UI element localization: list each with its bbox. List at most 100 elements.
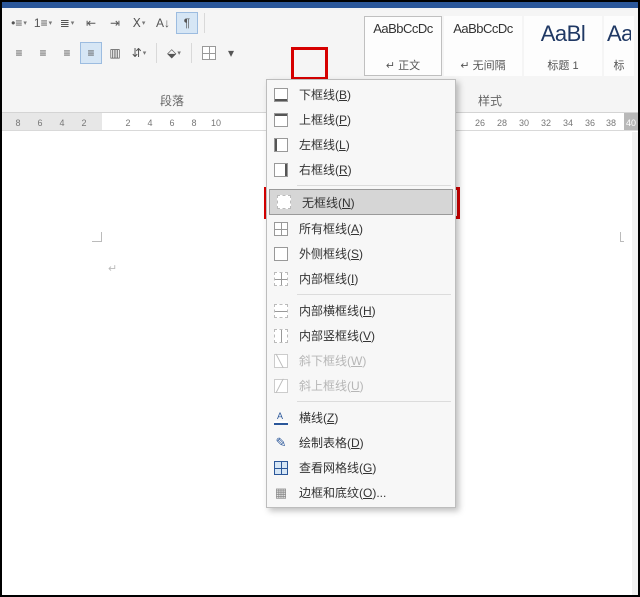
ruler-number: 38: [606, 118, 616, 128]
menu-separator: [297, 401, 451, 402]
none-icon: [276, 194, 292, 210]
menu-item-label: 内部竖框线(V): [299, 327, 375, 344]
ruler-number: 30: [519, 118, 529, 128]
ruler-number: 8: [15, 118, 20, 128]
menu-item-label: 查看网格线(G): [299, 459, 376, 476]
paragraph-mark: ↵: [108, 262, 117, 275]
left-icon: [273, 137, 289, 153]
ruler-number: 32: [541, 118, 551, 128]
menu-item-inside[interactable]: 内部框线(I): [267, 266, 455, 291]
styles-gallery: AaBbCcDc ↵ 正文 AaBbCcDc ↵ 无间隔 AaBl 标题 1 A…: [364, 16, 638, 76]
menu-item-left[interactable]: 左框线(L): [267, 132, 455, 157]
vertical-scrollbar[interactable]: [632, 132, 638, 595]
ruler-number: 10: [211, 118, 221, 128]
menu-item-bottom[interactable]: 下框线(B): [267, 82, 455, 107]
distribute-button[interactable]: ▥: [104, 42, 126, 64]
menu-item-pencil[interactable]: 绘制表格(D): [267, 430, 455, 455]
ruler-number: 26: [475, 118, 485, 128]
ruler-number: 4: [59, 118, 64, 128]
pencil-icon: [273, 435, 289, 451]
menu-item-inh[interactable]: 内部横框线(H): [267, 298, 455, 323]
align-left-button[interactable]: ≡: [8, 42, 30, 64]
style-name: 标题 1: [527, 57, 599, 73]
borders-dropdown-menu: 下框线(B) 上框线(P) 左框线(L) 右框线(R) 无框线(N) 所有框线(A) 外侧…: [266, 79, 456, 508]
decrease-indent-button[interactable]: ⇤: [80, 12, 102, 34]
style-heading-1[interactable]: AaBl 标题 1: [524, 16, 602, 76]
show-marks-button[interactable]: ¶: [176, 12, 198, 34]
ruler-number: 4: [147, 118, 152, 128]
separator: [191, 43, 192, 63]
menu-separator: [297, 185, 451, 186]
top-icon: [273, 112, 289, 128]
inv-icon: [273, 328, 289, 344]
menu-item-diagd: 斜下框线(W): [267, 348, 455, 373]
asian-layout-button[interactable]: Ⅹ: [128, 12, 150, 34]
menu-item-label: 内部框线(I): [299, 270, 358, 287]
ruler-right-margin: 40: [624, 113, 638, 130]
ruler-number: 6: [37, 118, 42, 128]
menu-item-label: 右框线(R): [299, 161, 352, 178]
menu-item-diagu: 斜上框线(U): [267, 373, 455, 398]
menu-item-label: 内部横框线(H): [299, 302, 376, 319]
bullets-button[interactable]: •≡: [8, 12, 30, 34]
all-icon: [273, 221, 289, 237]
menu-item-label: 所有框线(A): [299, 220, 363, 237]
shading-button[interactable]: ⬙: [163, 42, 185, 64]
inside-icon: [273, 271, 289, 287]
style-preview: AaBl: [527, 21, 599, 47]
outside-icon: [273, 246, 289, 262]
menu-item-label: 边框和底纹(O)...: [299, 484, 386, 501]
inh-icon: [273, 303, 289, 319]
menu-separator: [297, 294, 451, 295]
style-heading-2[interactable]: Aa 标: [604, 16, 634, 76]
style-preview: AaBbCcDc: [367, 21, 439, 36]
numbering-button[interactable]: 1≡: [32, 12, 54, 34]
menu-item-hline[interactable]: A 横线(Z): [267, 405, 455, 430]
ruler-number: 34: [563, 118, 573, 128]
menu-item-label: 斜下框线(W): [299, 352, 366, 369]
hline-icon: A: [273, 410, 289, 426]
ruler-number: 8: [191, 118, 196, 128]
style-preview: AaBbCcDc: [447, 21, 519, 36]
ruler-number: 6: [169, 118, 174, 128]
align-right-button[interactable]: ≡: [56, 42, 78, 64]
style-no-spacing[interactable]: AaBbCcDc ↵ 无间隔: [444, 16, 522, 76]
increase-indent-button[interactable]: ⇥: [104, 12, 126, 34]
menu-item-label: 下框线(B): [299, 86, 351, 103]
separator: [156, 43, 157, 63]
borders-button[interactable]: [198, 42, 220, 64]
style-normal[interactable]: AaBbCcDc ↵ 正文: [364, 16, 442, 76]
menu-item-shade[interactable]: 边框和底纹(O)...: [267, 480, 455, 505]
line-spacing-button[interactable]: ⇵: [128, 42, 150, 64]
align-justify-button[interactable]: ≡: [80, 42, 102, 64]
ruler-number: 28: [497, 118, 507, 128]
style-name: ↵ 正文: [367, 57, 439, 73]
shade-icon: [273, 485, 289, 501]
grid-icon: [273, 460, 289, 476]
ruler-number: 2: [125, 118, 130, 128]
menu-item-label: 绘制表格(D): [299, 434, 364, 451]
separator: [204, 13, 205, 33]
page-corner-mark-right: [620, 232, 624, 242]
menu-item-outside[interactable]: 外侧框线(S): [267, 241, 455, 266]
menu-item-none[interactable]: 无框线(N): [269, 189, 453, 215]
menu-item-right[interactable]: 右框线(R): [267, 157, 455, 182]
menu-item-label: 斜上框线(U): [299, 377, 364, 394]
menu-item-top[interactable]: 上框线(P): [267, 107, 455, 132]
multilevel-list-button[interactable]: ≣: [56, 12, 78, 34]
menu-item-all[interactable]: 所有框线(A): [267, 216, 455, 241]
menu-item-label: 左框线(L): [299, 136, 350, 153]
borders-dropdown-trigger[interactable]: ▾: [222, 42, 240, 64]
menu-item-label: 上框线(P): [299, 111, 351, 128]
ruler-number: 36: [585, 118, 595, 128]
menu-item-label: 外侧框线(S): [299, 245, 363, 262]
diagd-icon: [273, 353, 289, 369]
menu-item-label: 横线(Z): [299, 409, 338, 426]
menu-item-inv[interactable]: 内部竖框线(V): [267, 323, 455, 348]
align-center-button[interactable]: ≡: [32, 42, 54, 64]
style-name: ↵ 无间隔: [447, 57, 519, 73]
menu-item-grid[interactable]: 查看网格线(G): [267, 455, 455, 480]
page-corner-mark: [92, 232, 102, 242]
sort-button[interactable]: A↓: [152, 12, 174, 34]
ruler-number: 2: [81, 118, 86, 128]
